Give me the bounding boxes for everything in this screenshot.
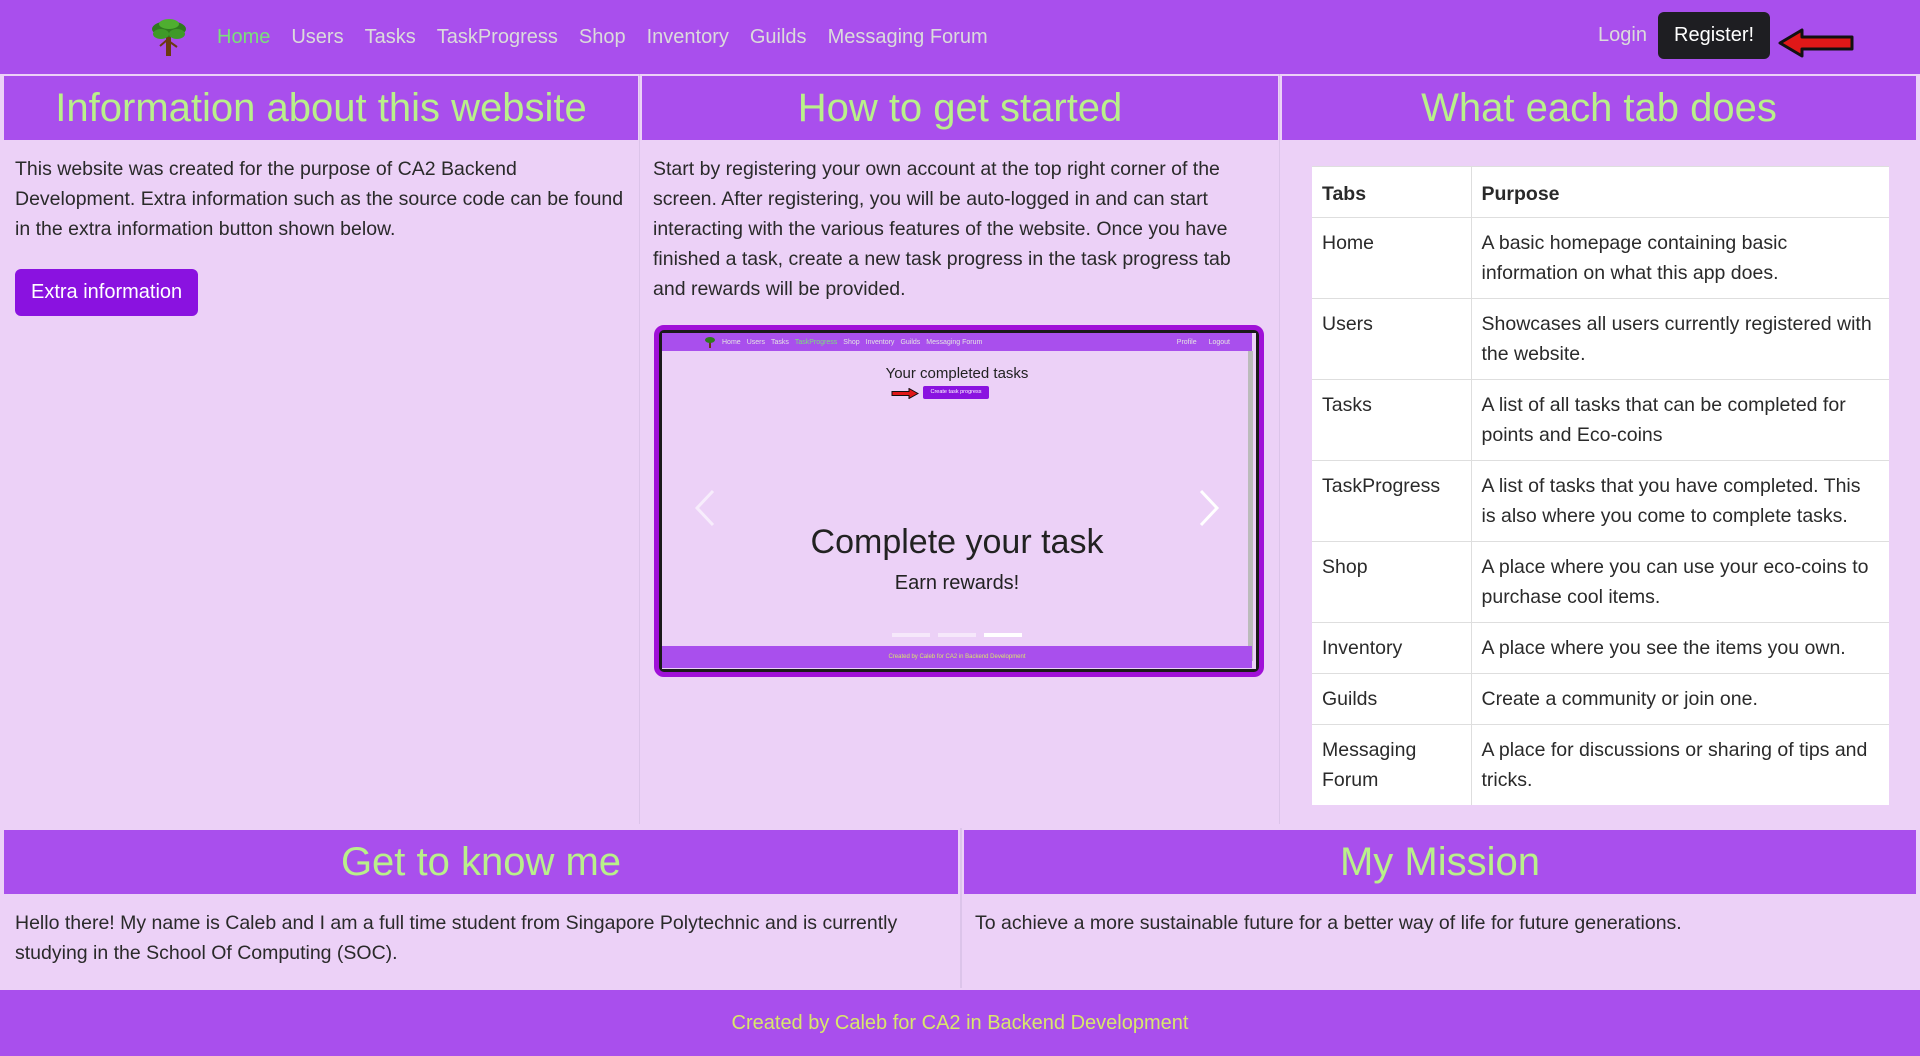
mini-nav-link: Shop [843, 338, 860, 346]
mission-header: My Mission [962, 828, 1918, 896]
mini-nav-profile: Profile [1176, 338, 1197, 346]
table-cell-tab: Users [1312, 298, 1472, 380]
nav-link-tasks[interactable]: Tasks [365, 26, 416, 49]
info-title: Information about this website [55, 85, 587, 130]
table-cell-purpose: A basic homepage containing basic inform… [1471, 217, 1889, 299]
mini-page-title: Your completed tasks [885, 365, 1029, 382]
extra-information-button[interactable]: Extra information [15, 269, 199, 316]
table-cell-tab: Shop [1312, 541, 1472, 623]
table-row: Home A basic homepage containing basic i… [1312, 217, 1889, 299]
table-header-row: Tabs Purpose [1312, 166, 1889, 218]
get-started-text: Start by registering your own account at… [653, 158, 1231, 300]
get-started-body: Start by registering your own account at… [640, 142, 1280, 316]
table-row: Guilds Create a community or join one. [1312, 673, 1889, 725]
info-panel-header: Information about this website [2, 74, 640, 142]
tree-logo-icon[interactable] [148, 16, 190, 58]
login-link[interactable]: Login [1598, 24, 1647, 47]
mini-nav-link: Home [722, 338, 741, 346]
register-button[interactable]: Register! [1658, 12, 1771, 59]
table-cell-purpose: A place where you can use your eco-coins… [1471, 541, 1889, 623]
nav-link-users[interactable]: Users [291, 26, 343, 49]
table-cell-purpose: A list of tasks that you have completed.… [1471, 460, 1889, 542]
nav-link-guilds[interactable]: Guilds [750, 26, 807, 49]
mini-create-button: Create task progress [923, 386, 989, 399]
table-header-purpose: Purpose [1471, 166, 1889, 218]
table-row: Users Showcases all users currently regi… [1312, 298, 1889, 380]
get-started-panel: How to get started Start by registering … [640, 74, 1280, 824]
mini-nav-right: Profile Logout [1167, 339, 1230, 346]
about-me-panel: Get to know me Hello there! My name is C… [2, 828, 960, 988]
table-cell-tab: Messaging Forum [1312, 724, 1472, 805]
page-footer: Created by Caleb for CA2 in Backend Deve… [0, 990, 1920, 1056]
carousel-caption: Complete your task Earn rewards! [662, 523, 1252, 595]
table-cell-tab: Home [1312, 217, 1472, 299]
table-cell-tab: Tasks [1312, 379, 1472, 461]
carousel-caption-title: Complete your task [810, 523, 1104, 561]
mini-nav-link: Inventory [865, 338, 895, 346]
table-cell-purpose: A list of all tasks that can be complete… [1471, 379, 1889, 461]
get-started-header: How to get started [640, 74, 1280, 142]
table-cell-tab: Guilds [1312, 673, 1472, 725]
table-row: Tasks A list of all tasks that can be co… [1312, 379, 1889, 461]
carousel-next-icon[interactable] [1188, 483, 1228, 533]
navbar: Home Users Tasks TaskProgress Shop Inven… [0, 0, 1920, 74]
about-me-body: Hello there! My name is Caleb and I am a… [2, 896, 960, 980]
nav-link-shop[interactable]: Shop [579, 26, 626, 49]
carousel-indicator-3[interactable] [984, 633, 1022, 637]
mini-nav-link: Messaging Forum [926, 338, 983, 346]
info-text: This website was created for the purpose… [15, 158, 624, 240]
carousel-prev-icon[interactable] [686, 483, 726, 533]
carousel-indicators [662, 633, 1252, 637]
mini-nav-link: Guilds [900, 338, 921, 346]
info-panel: Information about this website This webs… [2, 74, 640, 824]
mini-navbar: Home Users Tasks TaskProgress Shop Inven… [662, 333, 1252, 351]
nav-link-taskprogress[interactable]: TaskProgress [437, 26, 558, 49]
mission-panel: My Mission To achieve a more sustainable… [962, 828, 1918, 988]
nav-links: Home Users Tasks TaskProgress Shop Inven… [217, 0, 1009, 74]
table-cell-tab: TaskProgress [1312, 460, 1472, 542]
table-cell-purpose: A place for discussions or sharing of ti… [1471, 724, 1889, 805]
footer-text: Created by Caleb for CA2 in Backend Deve… [731, 1011, 1189, 1034]
about-me-header: Get to know me [2, 828, 960, 896]
tabs-panel: What each tab does Tabs Purpose Home A b… [1280, 74, 1918, 824]
mini-nav-link: Tasks [770, 338, 789, 346]
mission-body: To achieve a more sustainable future for… [962, 896, 1918, 950]
table-row: TaskProgress A list of tasks that you ha… [1312, 460, 1889, 542]
table-cell-purpose: Create a community or join one. [1471, 673, 1889, 725]
mini-footer: Created by Caleb for CA2 in Backend Deve… [662, 646, 1252, 668]
get-started-title: How to get started [797, 85, 1123, 130]
about-me-text: Hello there! My name is Caleb and I am a… [15, 912, 898, 964]
screenshot-carousel: Home Users Tasks TaskProgress Shop Inven… [654, 325, 1264, 677]
table-cell-purpose: A place where you see the items you own. [1471, 622, 1889, 674]
carousel-indicator-1[interactable] [892, 633, 930, 637]
info-panel-body: This website was created for the purpose… [2, 142, 640, 328]
mini-nav-link: Users [746, 338, 765, 346]
mission-text: To achieve a more sustainable future for… [975, 912, 1682, 934]
nav-link-home[interactable]: Home [217, 26, 270, 49]
carousel-indicator-2[interactable] [938, 633, 976, 637]
mission-title: My Mission [1339, 839, 1541, 884]
carousel-caption-text: Earn rewards! [894, 572, 1020, 594]
tree-logo-icon [705, 337, 715, 348]
mini-nav-link: TaskProgress [794, 338, 838, 346]
table-row: Shop A place where you can use your eco-… [1312, 541, 1889, 623]
tabs-panel-header: What each tab does [1280, 74, 1918, 142]
mini-scrollbar [1248, 351, 1253, 661]
carousel-slide: Home Users Tasks TaskProgress Shop Inven… [662, 333, 1256, 669]
arrow-left-icon [1778, 28, 1854, 58]
about-me-title: Get to know me [340, 839, 622, 884]
table-header-tabs: Tabs [1312, 166, 1472, 218]
tabs-title: What each tab does [1421, 85, 1777, 130]
table-row: Messaging Forum A place for discussions … [1312, 724, 1889, 805]
arrow-right-icon [891, 388, 920, 399]
mini-nav-logout: Logout [1208, 338, 1230, 346]
table-cell-tab: Inventory [1312, 622, 1472, 674]
nav-link-inventory[interactable]: Inventory [647, 26, 729, 49]
table-row: Inventory A place where you see the item… [1312, 622, 1889, 674]
tabs-table: Tabs Purpose Home A basic homepage conta… [1312, 166, 1889, 805]
table-cell-purpose: Showcases all users currently registered… [1471, 298, 1889, 380]
nav-link-messaging-forum[interactable]: Messaging Forum [828, 26, 988, 49]
